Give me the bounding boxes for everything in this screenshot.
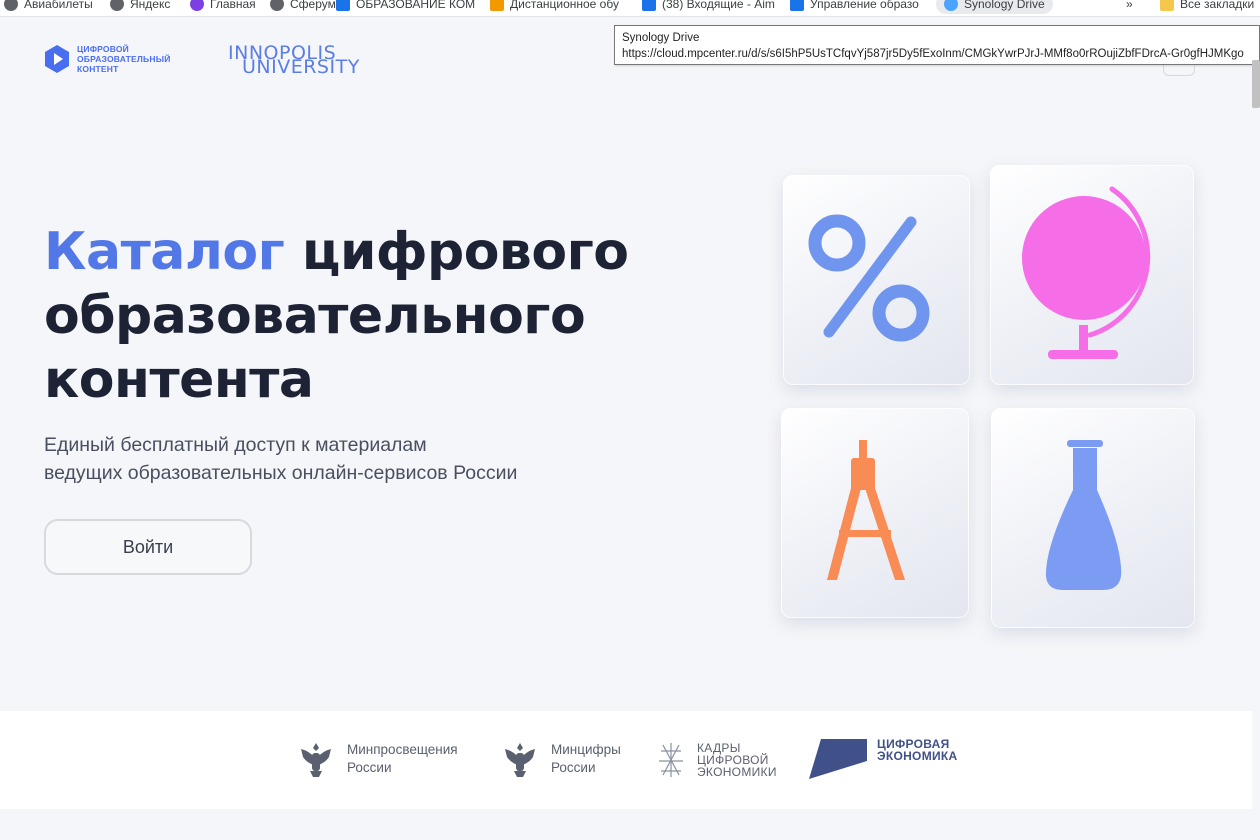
synology-icon <box>944 0 958 11</box>
site-icon <box>190 0 204 11</box>
play-hexagon-icon <box>45 45 69 73</box>
tsifrovaya-ekonomika-icon <box>809 739 867 779</box>
globe-icon <box>270 0 284 11</box>
bookmark-synology-drive[interactable]: Synology Drive <box>936 0 1053 14</box>
partner-minprosveshcheniya[interactable]: Минпросвещения России <box>295 739 458 779</box>
folder-icon <box>1160 0 1174 11</box>
title-accent: Каталог <box>44 222 285 282</box>
brand-line-1: ЦИФРОВОЙ <box>77 44 129 54</box>
coat-of-arms-icon <box>505 743 535 777</box>
partner-kadry-tsifrovoy-ekonomiki[interactable]: КАДРЫ ЦИФРОВОЙ ЭКОНОМИКИ <box>655 739 777 781</box>
globe-icon <box>110 0 124 11</box>
kadry-logo-icon <box>659 743 683 777</box>
partners-strip: Минпросвещения России Минцифры России КА… <box>0 711 1252 809</box>
hero-subtitle: Единый бесплатный доступ к материалам ве… <box>44 431 604 487</box>
tile-percent <box>783 175 970 385</box>
coat-of-arms-icon <box>301 743 331 777</box>
compass-icon <box>827 440 905 580</box>
innopolis-logo[interactable]: INNOPOLIS UNIVERSITY <box>228 42 388 78</box>
subtitle-line-1: Единый бесплатный доступ к материалам <box>44 434 427 456</box>
partner-mintsifry[interactable]: Минцифры России <box>499 739 621 779</box>
partner-label: ЦИФРОВАЯ ЭКОНОМИКА <box>877 737 958 763</box>
login-button[interactable]: Войти <box>44 519 252 575</box>
bookmarks-bar: Авиабилеты Яндекс Главная Сферум ОБРАЗОВ… <box>0 0 1260 17</box>
page-title: Каталог цифрового образовательного конте… <box>44 220 644 412</box>
bookmark-all[interactable]: Все закладки <box>1160 0 1254 14</box>
partner-tsifrovaya-ekonomika[interactable]: ЦИФРОВАЯ ЭКОНОМИКА <box>809 737 958 779</box>
subtitle-line-2: ведущих образовательных онлайн-сервисов … <box>44 462 518 484</box>
tooltip-url: https://cloud.mpcenter.ru/d/s/s6I5hP5UsT… <box>622 48 1244 60</box>
innopolis-logo-line-2: UNIVERSITY <box>242 56 360 78</box>
bookmark-yandex[interactable]: Яндекс <box>110 0 170 14</box>
partner-label: Минпросвещения России <box>347 742 458 775</box>
percent-icon <box>808 214 930 342</box>
tooltip-title: Synology Drive <box>622 32 700 44</box>
globe-icon <box>4 0 18 11</box>
flask-icon <box>1045 440 1122 590</box>
tile-globe <box>990 165 1194 385</box>
chart-icon <box>490 0 504 11</box>
scrollbar-thumb[interactable] <box>1252 60 1260 108</box>
bookmark-distantsionnoe[interactable]: Дистанционное обу <box>490 0 619 14</box>
bookmark-inbox[interactable]: (38) Входящие - Aim <box>642 0 775 14</box>
bookmark-sferum[interactable]: Сферум <box>270 0 336 14</box>
tile-flask <box>991 408 1195 628</box>
bookmark-glavnaya[interactable]: Главная <box>190 0 256 14</box>
bookmark-aviabilety[interactable]: Авиабилеты <box>4 0 93 14</box>
partner-label: Минцифры России <box>551 742 621 775</box>
mail-icon <box>642 0 656 11</box>
bookmarks-overflow-icon[interactable]: » <box>1126 0 1133 14</box>
brand-line-2: ОБРАЗОВАТЕЛЬНЫЙ <box>77 54 171 64</box>
tile-compass <box>781 408 969 618</box>
globe-icon <box>1022 186 1151 359</box>
bookmark-upravlenie[interactable]: Управление образо <box>790 0 919 14</box>
brand-line-3: КОНТЕНТ <box>77 64 119 74</box>
site-icon <box>790 0 804 11</box>
site-icon <box>336 0 350 11</box>
bookmark-obrazovanie[interactable]: ОБРАЗОВАНИЕ КОМ <box>336 0 475 14</box>
partner-label: КАДРЫ ЦИФРОВОЙ ЭКОНОМИКИ <box>697 741 777 779</box>
brand-logo[interactable]: ЦИФРОВОЙ ОБРАЗОВАТЕЛЬНЫЙ КОНТЕНТ <box>44 44 171 74</box>
link-tooltip: Synology Drive https://cloud.mpcenter.ru… <box>614 25 1260 65</box>
